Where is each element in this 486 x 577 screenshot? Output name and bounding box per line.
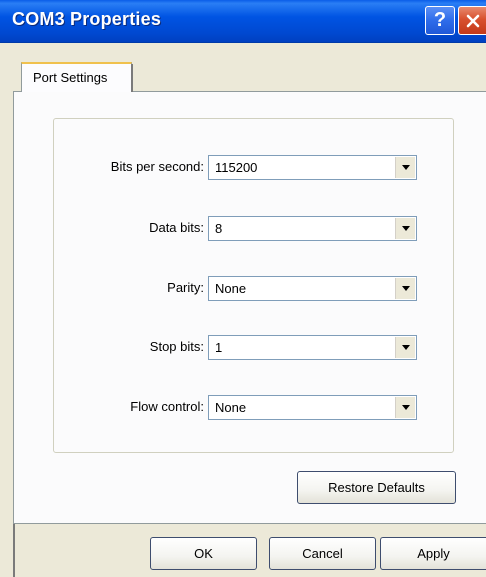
data-bits-label: Data bits:	[149, 220, 204, 235]
help-icon: ?	[433, 9, 447, 31]
chevron-down-icon	[401, 165, 410, 170]
stop-bits-value: 1	[215, 340, 223, 355]
data-bits-dropdown-button[interactable]	[395, 218, 415, 239]
tab-edge	[131, 64, 133, 92]
dialog-edge	[13, 524, 15, 577]
data-bits-value: 8	[215, 221, 223, 236]
parity-select[interactable]: None	[208, 276, 417, 301]
parity-value: None	[215, 281, 247, 296]
flow-control-value: None	[215, 400, 247, 415]
stop-bits-label: Stop bits:	[149, 339, 204, 354]
apply-button[interactable]: Apply	[380, 537, 486, 570]
bits-per-second-value: 115200	[215, 160, 258, 175]
flow-control-select[interactable]: None	[208, 395, 417, 420]
parity-label: Parity:	[167, 280, 204, 295]
properties-dialog: COM3 Properties ? Port Settings Bits per…	[0, 0, 486, 577]
tab-port-settings[interactable]: Port Settings	[21, 62, 132, 92]
cancel-button[interactable]: Cancel	[269, 537, 376, 570]
ok-button[interactable]: OK	[150, 537, 257, 570]
close-button[interactable]	[458, 6, 486, 35]
chevron-down-icon	[401, 286, 410, 291]
bits-per-second-label: Bits per second:	[110, 159, 204, 174]
window-title: COM3 Properties	[12, 9, 162, 29]
stop-bits-dropdown-button[interactable]	[395, 337, 415, 358]
tab-label: Port Settings	[33, 70, 108, 85]
chevron-down-icon	[401, 345, 410, 350]
stop-bits-select[interactable]: 1	[208, 335, 417, 360]
bits-per-second-select[interactable]: 115200	[208, 155, 417, 180]
close-icon	[466, 14, 479, 27]
bits-per-second-dropdown-button[interactable]	[395, 157, 415, 178]
flow-control-dropdown-button[interactable]	[395, 397, 415, 418]
chevron-down-icon	[401, 405, 410, 410]
help-button[interactable]: ?	[425, 6, 455, 35]
data-bits-select[interactable]: 8	[208, 216, 417, 241]
title-bar[interactable]: COM3 Properties ?	[0, 0, 486, 43]
flow-control-label: Flow control:	[130, 399, 204, 414]
restore-defaults-button[interactable]: Restore Defaults	[297, 471, 456, 504]
chevron-down-icon	[401, 226, 410, 231]
parity-dropdown-button[interactable]	[395, 278, 415, 299]
